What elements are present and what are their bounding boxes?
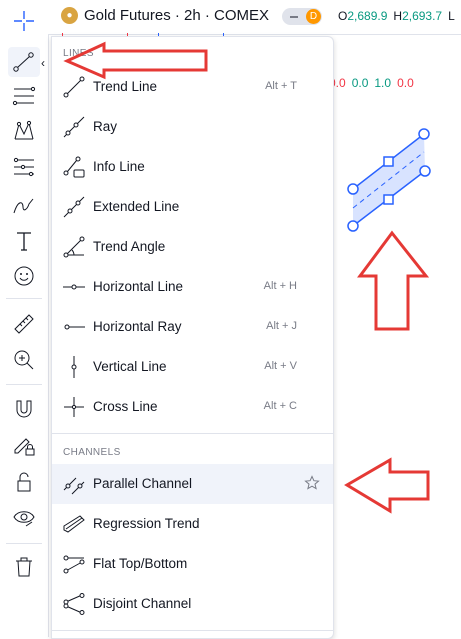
trend-angle-icon: [63, 236, 85, 258]
indicator-values: 0.0 0.0 1.0 0.0: [329, 76, 420, 90]
menu-item-label: Trend Angle: [93, 239, 166, 254]
shortcut-label: Alt + C: [263, 400, 297, 412]
fib-tool-icon[interactable]: [8, 81, 40, 111]
parallel-channel-icon: [63, 477, 85, 495]
symbol-logo-icon: ●: [61, 7, 78, 24]
text-tool-icon[interactable]: [8, 226, 40, 256]
section-title-channels: CHANNELS: [63, 447, 121, 458]
section-title-lines: LINES: [63, 48, 94, 59]
menu-item-trend-line[interactable]: Trend Line Alt + T: [52, 67, 333, 107]
menu-item-label: Parallel Channel: [93, 476, 193, 491]
trend-line-icon: [63, 76, 85, 98]
minus-icon: [290, 16, 298, 18]
ruler-icon[interactable]: [8, 309, 40, 339]
emoji-icon[interactable]: [8, 261, 40, 291]
menu-item-ray[interactable]: Ray: [52, 107, 333, 147]
shortcut-label: Alt + H: [263, 280, 297, 292]
menu-item-flat-top-bottom[interactable]: Flat Top/Bottom: [52, 544, 333, 584]
ohlc-high-value: 2,693.7: [402, 9, 443, 23]
flat-top-bottom-icon: [63, 555, 85, 574]
ohlc-low-key: L: [448, 9, 455, 23]
zoom-in-icon[interactable]: [8, 345, 40, 375]
menu-item-label: Vertical Line: [93, 359, 167, 374]
indicator-value: 0.0: [397, 76, 414, 90]
shortcut-label: Alt + T: [265, 80, 297, 92]
trash-icon[interactable]: [8, 552, 40, 582]
favorite-star-icon[interactable]: [304, 475, 320, 491]
cross-line-icon: [64, 397, 84, 417]
menu-item-disjoint-channel[interactable]: Disjoint Channel: [52, 584, 333, 624]
annotation-arrow-left-icon: [344, 457, 430, 514]
drawing-tools-menu: LINES Trend Line Alt + T Ray Info Line E…: [51, 36, 334, 639]
menu-item-label: Cross Line: [93, 399, 158, 414]
menu-item-trend-angle[interactable]: Trend Angle: [52, 227, 333, 267]
crosshair-icon[interactable]: [8, 6, 40, 36]
menu-item-parallel-channel[interactable]: Parallel Channel: [52, 464, 333, 504]
menu-item-label: Regression Trend: [93, 516, 200, 531]
section-divider: [52, 433, 333, 434]
extended-line-icon: [63, 196, 85, 218]
indicator-value: 1.0: [374, 76, 392, 90]
shortcut-label: Alt + V: [264, 360, 297, 372]
magnet-icon[interactable]: [8, 394, 40, 424]
disjoint-channel-icon: [63, 593, 85, 615]
collapse-arrow-icon[interactable]: ‹: [41, 56, 51, 70]
menu-item-vertical-line[interactable]: Vertical Line Alt + V: [52, 347, 333, 387]
session-toggle[interactable]: D: [282, 8, 322, 25]
menu-item-label: Disjoint Channel: [93, 596, 192, 611]
horizontal-ray-icon: [64, 324, 85, 330]
parallel-channel-drawing[interactable]: [347, 128, 431, 232]
ohlc-readout: O2,689.9 H2,693.7 L: [338, 9, 455, 23]
session-badge: D: [306, 9, 321, 24]
indicator-value: 0.0: [351, 76, 369, 90]
regression-trend-icon: [63, 515, 85, 533]
menu-item-label: Trend Line: [93, 79, 158, 94]
menu-item-label: Horizontal Ray: [93, 319, 182, 334]
lock-icon[interactable]: [8, 467, 40, 497]
section-divider: [52, 630, 333, 631]
menu-item-horizontal-line[interactable]: Horizontal Line Alt + H: [52, 267, 333, 307]
menu-item-extended-line[interactable]: Extended Line: [52, 187, 333, 227]
menu-item-label: Info Line: [93, 159, 145, 174]
ray-icon: [63, 116, 85, 138]
menu-item-cross-line[interactable]: Cross Line Alt + C: [52, 387, 333, 427]
ohlc-high-key: H: [393, 9, 403, 23]
symbol-title[interactable]: Gold Futures · 2h · COMEX: [84, 7, 269, 24]
menu-item-label: Flat Top/Bottom: [93, 556, 188, 571]
ohlc-open-key: O: [338, 9, 348, 23]
annotation-arrow-up-icon: [357, 230, 430, 331]
menu-item-label: Horizontal Line: [93, 279, 184, 294]
eye-icon[interactable]: [8, 503, 40, 533]
horizontal-line-icon: [63, 284, 85, 290]
prediction-tool-icon[interactable]: [8, 152, 40, 182]
menu-item-regression-trend[interactable]: Regression Trend: [52, 504, 333, 544]
menu-item-label: Extended Line: [93, 199, 180, 214]
menu-item-horizontal-ray[interactable]: Horizontal Ray Alt + J: [52, 307, 333, 347]
pattern-tool-icon[interactable]: [8, 116, 40, 146]
info-line-icon: [63, 156, 85, 178]
trend-line-tool-icon[interactable]: [8, 47, 40, 77]
ohlc-open-value: 2,689.9: [347, 9, 388, 23]
vertical-line-icon: [71, 356, 77, 378]
shortcut-label: Alt + J: [266, 320, 297, 332]
menu-item-info-line[interactable]: Info Line: [52, 147, 333, 187]
left-toolbar: ‹: [0, 0, 49, 637]
menu-item-label: Ray: [93, 119, 118, 134]
chart-header: ● Gold Futures · 2h · COMEX D O2,689.9 H2…: [48, 0, 461, 35]
lock-pencil-icon[interactable]: [8, 430, 40, 460]
brush-tool-icon[interactable]: [8, 190, 40, 220]
